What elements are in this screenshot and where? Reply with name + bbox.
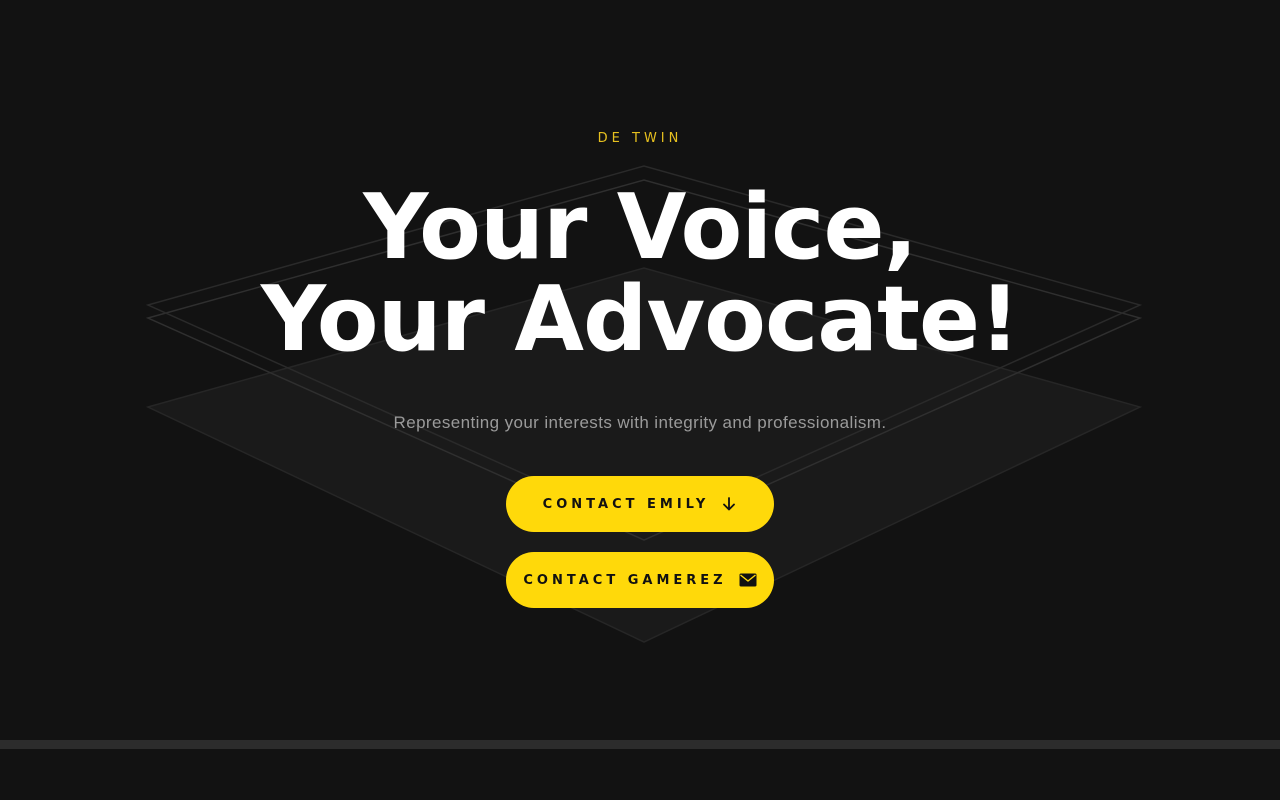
contact-emily-button[interactable]: CONTACT EMILY [506, 476, 774, 532]
section-divider [0, 740, 1280, 749]
arrow-down-icon [721, 496, 737, 512]
brand-eyebrow: DE TWIN [597, 131, 683, 146]
contact-emily-label: CONTACT EMILY [542, 496, 710, 512]
headline-line-1: Your Voice, [363, 175, 918, 280]
envelope-icon [739, 573, 757, 587]
hero-section: DE TWIN Your Voice, Your Advocate! Repre… [0, 0, 1280, 740]
contact-gamerez-label: CONTACT GAMEREZ [523, 572, 727, 588]
page: DE TWIN Your Voice, Your Advocate! Repre… [0, 0, 1280, 800]
hero-subtitle: Representing your interests with integri… [393, 413, 887, 432]
page-title: Your Voice, Your Advocate! [0, 182, 1280, 366]
headline-line-2: Your Advocate! [260, 267, 1020, 372]
contact-gamerez-button[interactable]: CONTACT GAMEREZ [506, 552, 774, 608]
